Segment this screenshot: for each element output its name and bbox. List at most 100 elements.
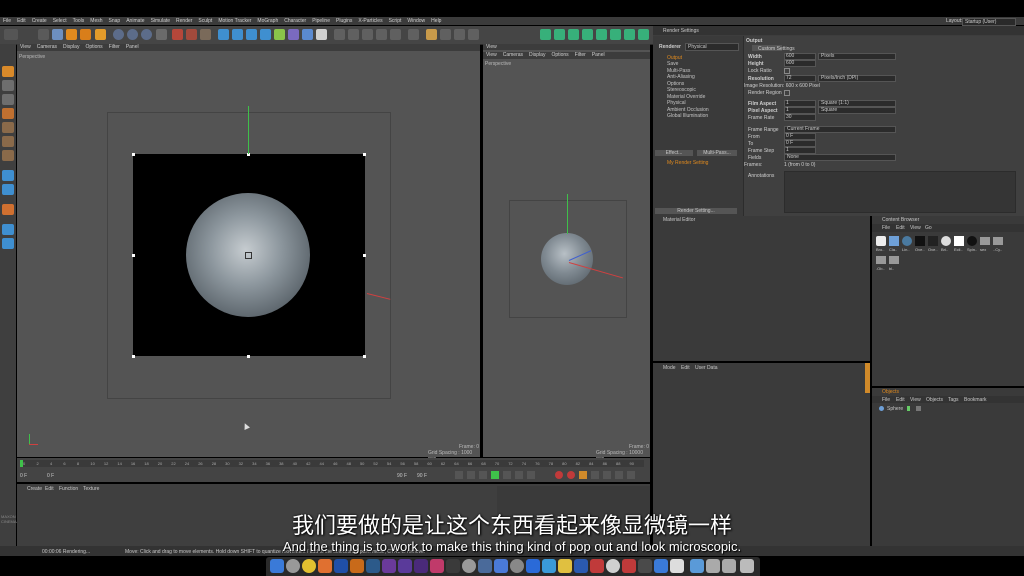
polygons-mode-icon[interactable] — [2, 150, 14, 161]
subdivision-icon[interactable] — [246, 29, 257, 40]
thumb-ecli[interactable] — [954, 236, 964, 246]
menu-sculpt[interactable]: Sculpt — [195, 17, 215, 25]
locked-workplane-icon[interactable] — [2, 224, 14, 235]
select-tool-icon[interactable] — [38, 29, 49, 40]
make-editable-icon[interactable] — [2, 66, 14, 77]
xp-action-icon[interactable] — [610, 29, 621, 40]
menu-create[interactable]: Create — [29, 17, 50, 25]
cb-menu-view[interactable]: View — [910, 225, 921, 231]
phong-tag-icon[interactable] — [916, 406, 921, 411]
folder-icon[interactable] — [980, 237, 990, 245]
y-axis-icon[interactable] — [127, 29, 138, 40]
menu-snap[interactable]: Snap — [106, 17, 124, 25]
background-icon[interactable] — [376, 29, 387, 40]
undo-icon[interactable] — [4, 29, 18, 40]
scale-key-icon[interactable] — [603, 471, 611, 479]
max-frame-field[interactable]: 90 F — [417, 473, 427, 479]
live-icon[interactable] — [446, 559, 460, 573]
attr-menu-user-data[interactable]: User Data — [695, 365, 718, 371]
vp-menu-options[interactable]: Options — [82, 44, 105, 51]
play-icon[interactable] — [491, 471, 499, 479]
view-menu-options[interactable]: Options — [548, 52, 571, 59]
view-menu-filter[interactable]: Filter — [572, 52, 589, 59]
vp-menu-view[interactable]: View — [17, 44, 34, 51]
app-icon[interactable] — [318, 559, 332, 573]
obj-menu-objects[interactable]: Objects — [926, 397, 943, 403]
side-tab-attributes[interactable] — [865, 363, 870, 393]
app-icon[interactable] — [638, 559, 652, 573]
after-effects-icon[interactable] — [398, 559, 412, 573]
floor-icon[interactable] — [334, 29, 345, 40]
light-icon[interactable] — [316, 29, 327, 40]
app-icon[interactable] — [622, 559, 636, 573]
thumb-ove-1[interactable] — [915, 236, 925, 246]
render-setting-button[interactable]: Render Setting... — [655, 208, 737, 214]
layout-select[interactable]: Startup (User) — [962, 18, 1016, 26]
coordinate-system-icon[interactable] — [156, 29, 167, 40]
menu-pipeline[interactable]: Pipeline — [309, 17, 333, 25]
menu-render[interactable]: Render — [173, 17, 195, 25]
view-menu-display[interactable]: Display — [526, 52, 548, 59]
region-handle-tr[interactable] — [363, 153, 366, 156]
autokey-icon[interactable] — [567, 471, 575, 479]
rs-item-physical[interactable]: Physical — [667, 100, 686, 106]
grid-icon[interactable] — [454, 29, 465, 40]
render-region-checkbox[interactable] — [784, 90, 790, 96]
obj-menu-edit[interactable]: Edit — [896, 397, 905, 403]
menu-character[interactable]: Character — [281, 17, 309, 25]
tweak-mode-icon[interactable] — [2, 184, 14, 195]
timeline-menu-icon[interactable] — [627, 471, 635, 479]
render-setting-name[interactable]: My Render Setting — [667, 160, 708, 166]
finder-icon[interactable] — [270, 559, 284, 573]
view-viewport[interactable]: View View Cameras Display Options Filter Pane… — [483, 44, 650, 462]
first-frame-icon[interactable] — [455, 471, 463, 479]
mat-menu-create[interactable]: Create — [27, 486, 42, 492]
pen-icon[interactable] — [232, 29, 243, 40]
thumb-spin[interactable] — [967, 236, 977, 246]
attr-menu-mode[interactable]: Mode — [663, 365, 676, 371]
region-handle-ml[interactable] — [132, 254, 135, 257]
document-icon[interactable] — [706, 559, 720, 573]
menu-x-particles[interactable]: X-Particles — [355, 17, 385, 25]
from-input[interactable]: 0 F — [784, 133, 816, 140]
prev-key-icon[interactable] — [467, 471, 475, 479]
menu-select[interactable]: Select — [50, 17, 70, 25]
illustrator-icon[interactable] — [350, 559, 364, 573]
annotations-textarea[interactable] — [784, 171, 1016, 213]
next-frame-icon[interactable] — [503, 471, 511, 479]
rs-item-global-illumination[interactable]: Global Illumination — [667, 113, 708, 119]
thumb-cla[interactable] — [889, 236, 899, 246]
render-to-picture-viewer-icon[interactable] — [186, 29, 197, 40]
lock-icon[interactable] — [468, 29, 479, 40]
effect-button[interactable]: Effect... — [655, 150, 693, 156]
end-frame-field[interactable]: 90 F — [397, 473, 407, 479]
premiere-icon[interactable] — [414, 559, 428, 573]
move-tool-icon[interactable] — [52, 29, 63, 40]
obj-menu-view[interactable]: View — [910, 397, 921, 403]
launchpad-icon[interactable] — [286, 559, 300, 573]
keyframe-selection-icon[interactable] — [579, 471, 587, 479]
indesign-icon[interactable] — [430, 559, 444, 573]
model-mode-icon[interactable] — [2, 80, 14, 91]
to-input[interactable]: 0 F — [784, 140, 816, 147]
safari-icon[interactable] — [526, 559, 540, 573]
frame-rate-input[interactable]: 30 — [784, 114, 816, 121]
region-handle-br[interactable] — [363, 355, 366, 358]
xp-emitter-icon[interactable] — [554, 29, 565, 40]
frame-step-input[interactable]: 1 — [784, 147, 816, 154]
xp-question-icon[interactable] — [596, 29, 607, 40]
thumb-bro[interactable] — [876, 236, 886, 246]
region-handle-bl[interactable] — [132, 355, 135, 358]
fields-select[interactable]: None — [784, 154, 896, 161]
object-item-sphere[interactable]: Sphere — [887, 406, 903, 412]
recent-tool-icon[interactable] — [95, 29, 106, 40]
menu-edit[interactable]: Edit — [14, 17, 29, 25]
xp-generator-icon[interactable] — [568, 29, 579, 40]
snap-icon[interactable] — [408, 29, 419, 40]
film-aspect-input[interactable]: 1 — [784, 100, 816, 107]
davinci-icon[interactable] — [462, 559, 476, 573]
xp-fluid-icon[interactable] — [638, 29, 649, 40]
deformer-icon[interactable] — [274, 29, 285, 40]
thumb-ove-2[interactable] — [928, 236, 938, 246]
rotate-tool-icon[interactable] — [80, 29, 91, 40]
